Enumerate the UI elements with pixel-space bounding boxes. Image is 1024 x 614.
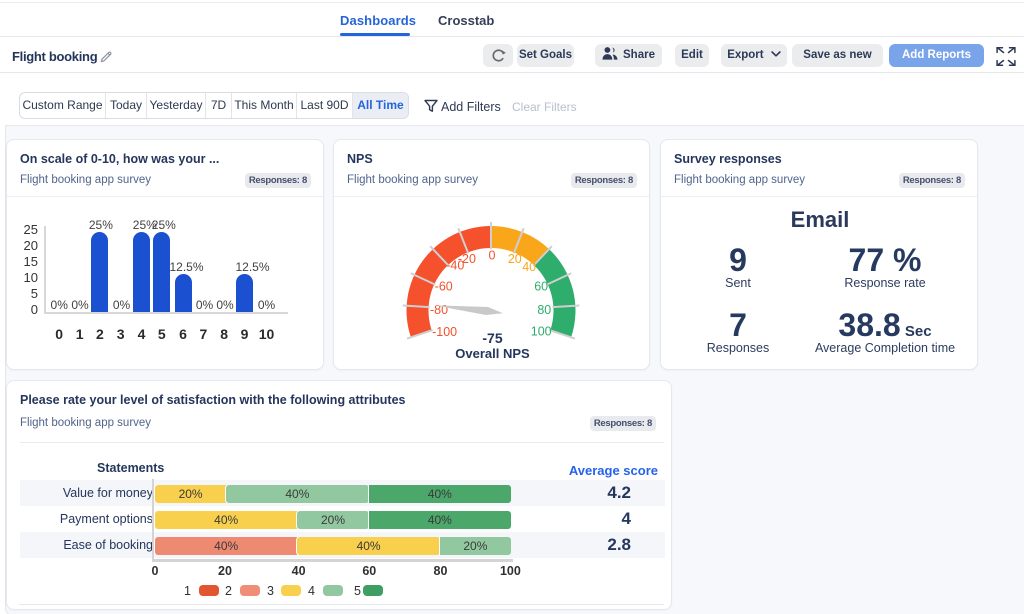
svg-text:40: 40 (522, 260, 536, 274)
svg-text:80: 80 (537, 303, 551, 317)
svg-text:-20: -20 (458, 252, 476, 266)
svg-text:-80: -80 (430, 303, 448, 317)
svg-text:60: 60 (534, 280, 548, 294)
svg-text:20: 20 (508, 252, 522, 266)
svg-text:-60: -60 (435, 280, 453, 294)
svg-text:0: 0 (489, 249, 496, 263)
